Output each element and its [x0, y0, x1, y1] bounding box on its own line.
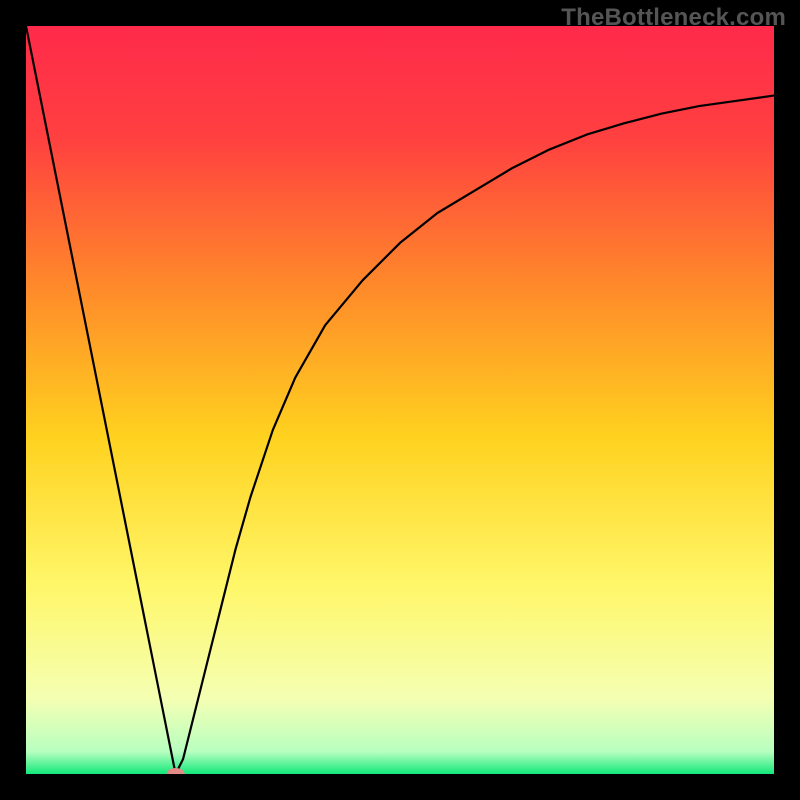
bottleneck-chart — [26, 26, 774, 774]
gradient-background — [26, 26, 774, 774]
plot-area — [26, 26, 774, 774]
chart-frame: TheBottleneck.com — [0, 0, 800, 800]
watermark-text: TheBottleneck.com — [561, 4, 786, 32]
